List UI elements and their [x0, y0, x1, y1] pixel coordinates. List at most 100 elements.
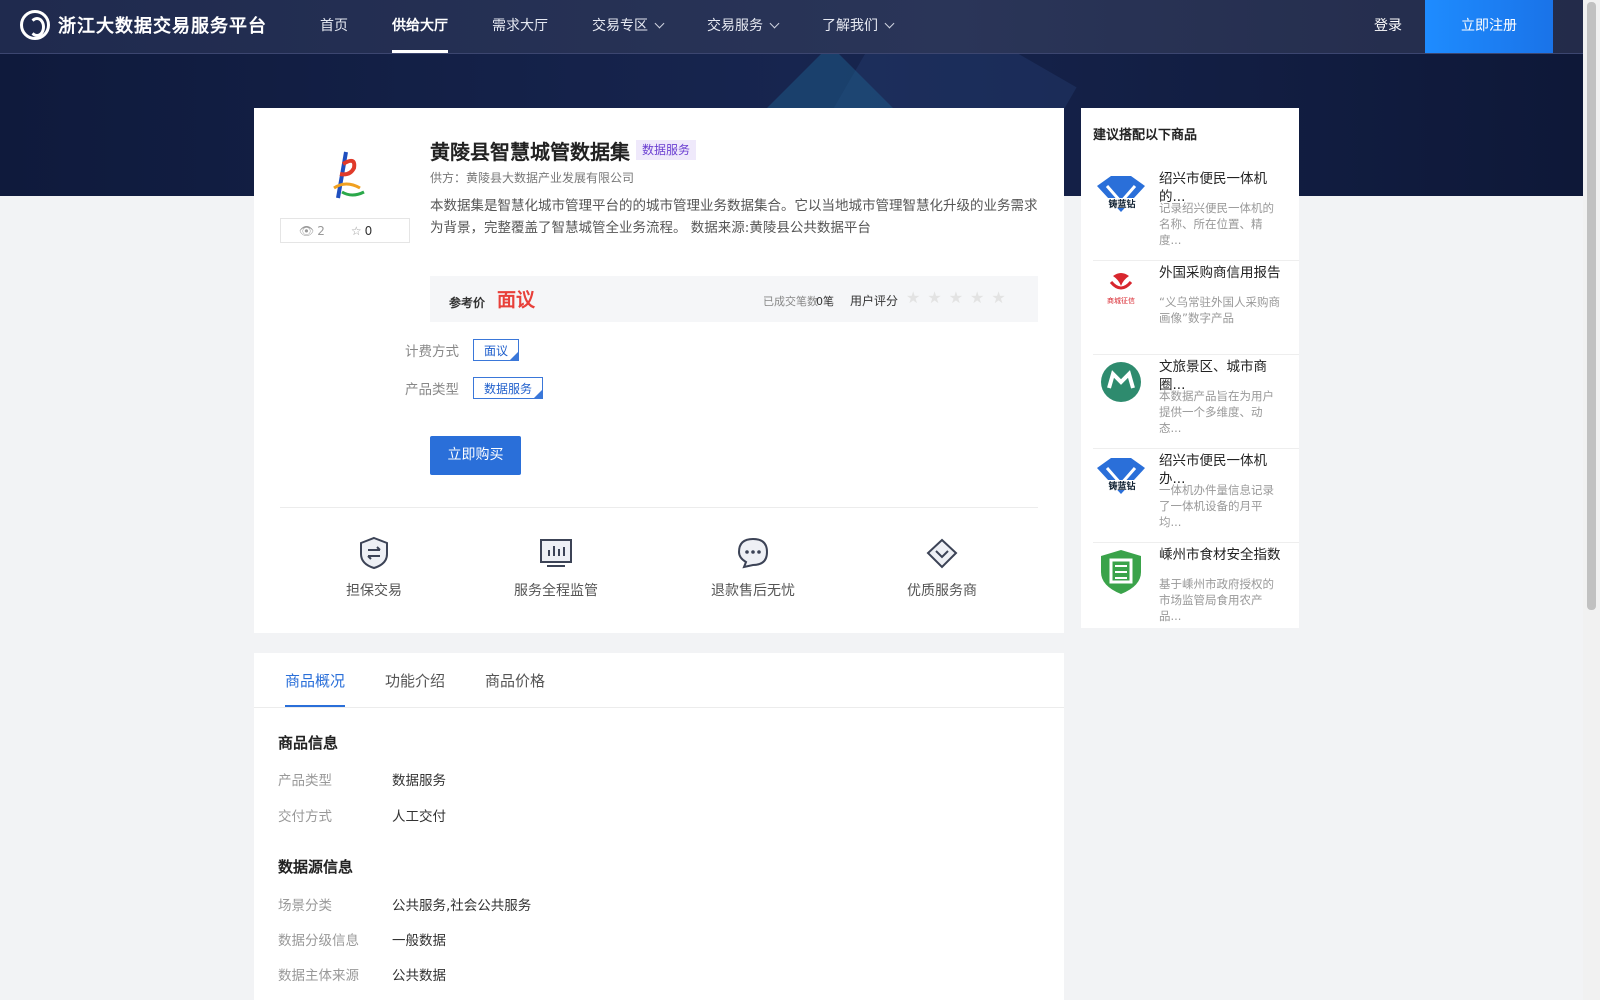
scrollbar-thumb[interactable]	[1587, 2, 1596, 610]
recommendation-item-desc: 一体机办件量信息记录了一体机设备的月平均...	[1159, 483, 1274, 529]
product-type-label: 产品类型	[405, 382, 459, 398]
feature-refund-worry-free: 退款售后无忧	[707, 536, 799, 600]
detail-tabs: 商品概况 功能介绍 商品价格	[285, 670, 585, 707]
view-count: 2	[317, 223, 325, 238]
billing-method-label: 计费方式	[405, 344, 459, 360]
info-key: 产品类型	[278, 773, 332, 789]
page-scrollbar[interactable]	[1583, 0, 1600, 1000]
reference-price-label: 参考价	[449, 296, 486, 310]
tab-features[interactable]: 功能介绍	[385, 670, 445, 707]
feature-full-supervision: 服务全程监管	[510, 536, 602, 600]
recommendation-item[interactable]: 商城征信 外国采购商信用报告 “义乌常驻外国人采购商画像”数字产品	[1093, 260, 1299, 355]
info-key: 数据分级信息	[278, 933, 359, 949]
green-shield-logo-icon	[1101, 550, 1141, 594]
chat-bubble-icon	[737, 537, 769, 569]
svg-text:铸蓝钻: 铸蓝钻	[1108, 198, 1135, 210]
feature-label: 优质服务商	[907, 583, 977, 599]
nav-trade-service[interactable]: 交易服务	[707, 0, 780, 53]
product-type-badge: 数据服务	[636, 140, 697, 160]
feature-label: 退款售后无忧	[711, 583, 795, 599]
diamond-icon	[926, 538, 958, 569]
supplier-name: 供方：黄陵县大数据产业发展有限公司	[430, 171, 635, 185]
product-logo-icon	[333, 151, 365, 199]
chevron-down-icon	[654, 18, 665, 29]
info-value: 公共服务,社会公共服务	[392, 898, 532, 914]
nav-demand-hall[interactable]: 需求大厅	[492, 0, 548, 53]
feature-guaranteed-trade: 担保交易	[340, 536, 408, 600]
chevron-down-icon	[769, 18, 780, 29]
divider	[280, 507, 1038, 508]
section-title-product-info: 商品信息	[278, 734, 339, 752]
nav-label: 需求大厅	[492, 18, 548, 34]
recommendation-item-desc: 本数据产品旨在为用户提供一个多维度、动态...	[1159, 389, 1274, 435]
monitor-chart-icon	[540, 539, 572, 567]
product-description: 本数据集是智慧化城市管理平台的的城市管理业务数据集合。它以当地城市管理智慧化升级…	[430, 198, 1038, 236]
star-outline-icon[interactable]: ☆	[351, 224, 362, 238]
product-title: 黄陵县智慧城管数据集	[430, 140, 630, 164]
buy-now-button[interactable]: 立即购买	[430, 436, 521, 475]
info-key: 场景分类	[278, 898, 332, 914]
blue-diamond-logo-icon: 铸蓝钻	[1097, 458, 1145, 494]
recommendation-title: 建议搭配以下商品	[1093, 128, 1198, 143]
recommendation-item[interactable]: 嵊州市食材安全指数 基于嵊州市政府授权的市场监管局食用农产品...	[1093, 542, 1299, 636]
chevron-down-icon	[884, 18, 895, 29]
logo-text: 浙江大数据交易服务平台	[58, 16, 267, 37]
nav-label: 交易专区	[592, 18, 648, 34]
product-stats: 👁 2 ☆ 0	[280, 218, 410, 243]
logo-icon	[20, 10, 50, 40]
recommendation-item[interactable]: 铸蓝钻 绍兴市便民一体机办... 一体机办件量信息记录了一体机设备的月平均...	[1093, 448, 1299, 543]
blue-diamond-logo-icon: 铸蓝钻	[1097, 176, 1145, 212]
info-value: 数据服务	[392, 773, 446, 789]
nav-label: 供给大厅	[392, 18, 448, 34]
deal-count-label: 已成交笔数	[763, 295, 818, 308]
info-value: 公共数据	[392, 968, 446, 984]
info-value: 人工交付	[392, 809, 446, 825]
star-icon: ★	[970, 288, 992, 307]
reference-price: 面议	[497, 289, 536, 311]
feature-quality-provider: 优质服务商	[904, 536, 980, 600]
recommendation-item[interactable]: 文旅景区、城市商圈... 本数据产品旨在为用户提供一个多维度、动态...	[1093, 354, 1299, 449]
feature-label: 担保交易	[346, 583, 402, 599]
recommendation-item-desc: 记录绍兴便民一体机的名称、所在位置、精度...	[1159, 201, 1274, 247]
svg-text:铸蓝钻: 铸蓝钻	[1108, 480, 1135, 492]
star-icon: ★	[948, 288, 971, 307]
recommendation-item-desc: “义乌常驻外国人采购商画像”数字产品	[1159, 295, 1280, 325]
info-key: 数据主体来源	[278, 968, 359, 984]
nav-about-us[interactable]: 了解我们	[822, 0, 895, 53]
tab-overview[interactable]: 商品概况	[285, 670, 346, 707]
nav-label: 交易服务	[707, 18, 763, 34]
rating-label: 用户评分	[850, 294, 899, 308]
star-icon: ★	[927, 288, 949, 307]
product-type-option[interactable]: 数据服务	[473, 377, 544, 399]
rating-stars: ★★★★★	[906, 288, 1013, 307]
divider	[254, 707, 1064, 708]
section-title-datasource: 数据源信息	[278, 858, 354, 876]
recommendation-item-title: 外国采购商信用报告	[1159, 265, 1281, 281]
star-icon: ★	[906, 288, 928, 307]
login-link[interactable]: 登录	[1374, 0, 1402, 52]
recommendation-item-desc: 基于嵊州市政府授权的市场监管局食用农产品...	[1159, 577, 1274, 623]
eye-icon: 👁	[299, 223, 315, 238]
nav-home[interactable]: 首页	[320, 0, 348, 53]
recommendation-item-title: 嵊州市食材安全指数	[1159, 547, 1281, 563]
recommendation-item[interactable]: 铸蓝钻 绍兴市便民一体机的... 记录绍兴便民一体机的名称、所在位置、精度...	[1093, 166, 1299, 261]
feature-label: 服务全程监管	[514, 583, 598, 599]
nav-label: 首页	[320, 18, 348, 34]
shield-exchange-icon	[360, 536, 388, 570]
favorite-count: 0	[364, 223, 373, 238]
deal-count: 0笔	[816, 295, 834, 308]
star-icon: ★	[991, 288, 1013, 307]
billing-method-option[interactable]: 面议	[473, 339, 520, 361]
info-key: 交付方式	[278, 809, 332, 825]
nav-supply-hall[interactable]: 供给大厅	[392, 0, 448, 53]
nav-trade-zone[interactable]: 交易专区	[592, 0, 665, 53]
info-value: 一般数据	[392, 933, 446, 949]
top-navigation-bar: 浙江大数据交易服务平台 首页 供给大厅 需求大厅 交易专区 交易服务 了解我们 …	[0, 0, 1583, 54]
register-button[interactable]: 立即注册	[1425, 0, 1553, 53]
svg-text:商城征信: 商城征信	[1107, 296, 1135, 305]
nav-label: 了解我们	[822, 18, 878, 34]
site-logo[interactable]: 浙江大数据交易服务平台	[20, 10, 267, 40]
green-circle-logo-icon	[1101, 362, 1141, 402]
main-nav: 首页 供给大厅 需求大厅 交易专区 交易服务 了解我们	[320, 0, 937, 53]
tab-pricing[interactable]: 商品价格	[485, 670, 545, 707]
